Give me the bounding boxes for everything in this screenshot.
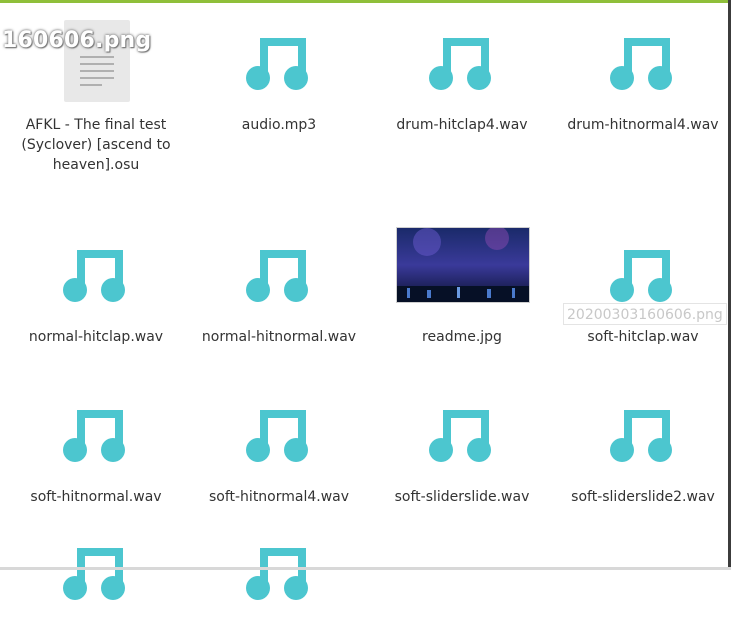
- music-note-icon: [429, 38, 491, 90]
- file-name: drum-hitclap4.wav: [396, 117, 528, 133]
- drag-filename-ghost: 20200303160606.png: [563, 303, 727, 325]
- file-name: soft-hitnormal4.wav: [208, 489, 350, 505]
- screenshot-filename-overlay: 160606.png: [2, 28, 152, 53]
- music-note-icon: [246, 548, 308, 600]
- music-note-icon: [610, 250, 672, 302]
- music-note-icon: [610, 38, 672, 90]
- file-name: drum-hitnormal4.wav: [567, 117, 719, 133]
- file-name: soft-hitnormal.wav: [30, 489, 162, 505]
- image-thumbnail: [396, 227, 530, 303]
- window-top-border: [0, 0, 731, 3]
- file-item[interactable]: soft-hitnormal.wav: [8, 392, 184, 507]
- file-manager-view: AFKL - The final test (Syclover) [ascend…: [0, 0, 731, 600]
- file-name: soft-sliderslide2.wav: [571, 489, 715, 505]
- file-item[interactable]: soft-hitclap.wav: [555, 232, 731, 347]
- file-item[interactable]: [191, 530, 367, 625]
- file-name: soft-sliderslide.wav: [394, 489, 530, 505]
- file-item[interactable]: normal-hitnormal.wav: [191, 232, 367, 347]
- music-note-icon: [610, 410, 672, 462]
- file-item[interactable]: soft-sliderslide2.wav: [555, 392, 731, 507]
- file-name: audio.mp3: [241, 117, 317, 133]
- file-name: AFKL - The final test (Syclover) [ascend…: [21, 117, 171, 173]
- file-item[interactable]: [8, 530, 184, 625]
- file-item[interactable]: soft-sliderslide.wav: [374, 392, 550, 507]
- music-note-icon: [63, 410, 125, 462]
- music-note-icon: [63, 548, 125, 600]
- music-note-icon: [63, 250, 125, 302]
- music-note-icon: [429, 410, 491, 462]
- file-item[interactable]: audio.mp3: [191, 20, 367, 135]
- music-note-icon: [246, 250, 308, 302]
- file-name: normal-hitclap.wav: [28, 329, 164, 345]
- file-item[interactable]: drum-hitclap4.wav: [374, 20, 550, 135]
- file-item[interactable]: soft-hitnormal4.wav: [191, 392, 367, 507]
- file-item[interactable]: drum-hitnormal4.wav: [555, 20, 731, 135]
- file-item[interactable]: readme.jpg: [374, 227, 550, 347]
- file-name: normal-hitnormal.wav: [201, 329, 357, 345]
- music-note-icon: [246, 38, 308, 90]
- music-note-icon: [246, 410, 308, 462]
- file-item[interactable]: normal-hitclap.wav: [8, 232, 184, 347]
- file-name: soft-hitclap.wav: [587, 329, 699, 345]
- file-name: readme.jpg: [422, 329, 502, 345]
